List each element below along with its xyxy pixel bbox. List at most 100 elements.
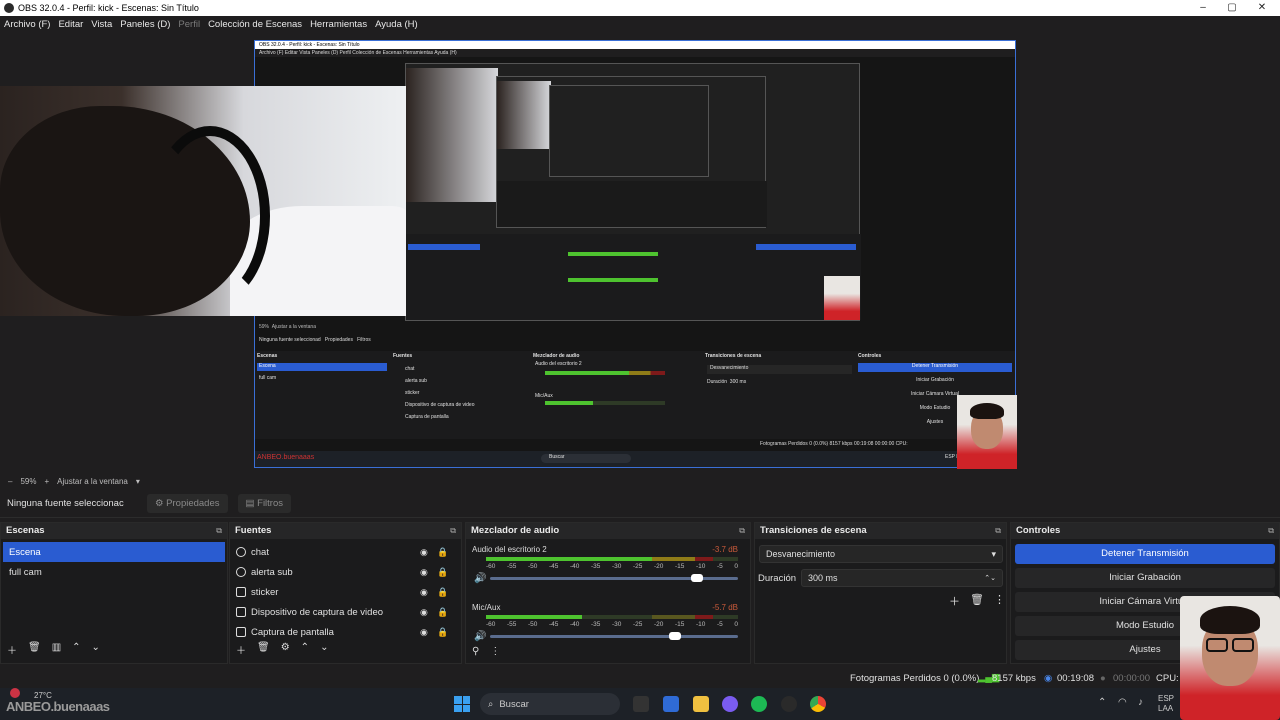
maximize-button[interactable]: ▢: [1218, 0, 1246, 16]
menu-perfil[interactable]: Perfil: [174, 19, 204, 30]
filters-button[interactable]: ▤ Filtros: [237, 494, 292, 513]
sources-dock-header: Fuentes ⧉: [230, 523, 461, 539]
windows-start-icon[interactable]: [454, 696, 470, 712]
menu-editar[interactable]: Editar: [54, 19, 87, 30]
lock-icon[interactable]: 🔒: [437, 547, 448, 558]
chevron-down-icon[interactable]: ⌄: [320, 642, 328, 657]
nested-menu-bar: Archivo (F) Editar Vista Paneles (D) Per…: [255, 49, 1015, 57]
facecam-overlay[interactable]: [1180, 596, 1280, 720]
undock-icon[interactable]: ⧉: [216, 523, 222, 539]
stop-streaming-button[interactable]: Detener Transmisión: [1015, 544, 1275, 564]
obs-taskbar-icon[interactable]: [781, 696, 797, 712]
chevron-up-icon[interactable]: ⌃: [301, 642, 309, 657]
add-icon[interactable]: ＋: [7, 642, 17, 657]
globe-icon: [236, 547, 246, 557]
speaker-icon[interactable]: 🔊: [474, 573, 486, 584]
store-icon[interactable]: [663, 696, 679, 712]
minimize-button[interactable]: –: [1189, 0, 1217, 16]
lock-icon[interactable]: 🔒: [437, 607, 448, 618]
language-indicator[interactable]: ESP LAA: [1158, 694, 1174, 714]
rec-time: 00:00:00: [1113, 673, 1150, 684]
search-icon: ⌕: [488, 698, 494, 710]
close-button[interactable]: ✕: [1248, 0, 1276, 16]
menu-ayuda[interactable]: Ayuda (H): [371, 19, 422, 30]
chrome-icon[interactable]: [810, 696, 826, 712]
menu-archivo[interactable]: Archivo (F): [0, 19, 54, 30]
volume-slider[interactable]: [490, 632, 738, 640]
filter-icon: ▤: [245, 498, 258, 509]
eye-icon[interactable]: ◉: [420, 607, 428, 618]
scene-item-escena[interactable]: Escena: [3, 542, 225, 562]
add-icon[interactable]: ＋: [236, 642, 246, 657]
wifi-icon[interactable]: ◠: [1118, 697, 1127, 708]
webcam-overlay[interactable]: [0, 86, 406, 316]
eye-icon[interactable]: ◉: [420, 587, 428, 598]
zoom-in-button[interactable]: +: [44, 477, 49, 486]
menu-vista[interactable]: Vista: [87, 19, 116, 30]
chevron-down-icon[interactable]: ⌄: [92, 642, 100, 657]
fit-window-select[interactable]: Ajustar a la ventana: [57, 477, 128, 486]
discord-icon[interactable]: [722, 696, 738, 712]
add-icon[interactable]: ＋: [949, 593, 960, 609]
transition-select[interactable]: Desvanecimiento ▾: [759, 545, 1003, 563]
obs-logo-icon: [4, 3, 14, 13]
transitions-dock: Transiciones de escena ⧉ Desvanecimiento …: [754, 522, 1007, 664]
scene-item-full-cam[interactable]: full cam: [3, 562, 225, 582]
stream-watermark: ANBEO.buenaaas: [6, 699, 110, 714]
more-icon[interactable]: ⋮: [994, 593, 1005, 609]
chevron-down-icon: ▾: [991, 548, 996, 559]
menu-bar: Archivo (F) Editar Vista Paneles (D) Per…: [0, 16, 1280, 32]
gear-icon[interactable]: ⚙: [281, 642, 290, 657]
windows-taskbar: 27°C ANBEO.buenaaas ⌕ Buscar ⌃ ◠ ♪ ESP LA…: [0, 688, 1280, 720]
filter-icon[interactable]: ▥: [52, 642, 61, 657]
speaker-icon[interactable]: 🔊: [474, 631, 486, 642]
chevron-down-icon[interactable]: ▾: [136, 477, 140, 486]
menu-coleccion-escenas[interactable]: Colección de Escenas: [204, 19, 306, 30]
taskbar-search[interactable]: ⌕ Buscar: [480, 693, 620, 715]
menu-paneles[interactable]: Paneles (D): [116, 19, 174, 30]
undock-icon[interactable]: ⧉: [450, 523, 456, 539]
stepper-icon[interactable]: ⌃⌄: [984, 574, 996, 582]
undock-icon[interactable]: ⧉: [1268, 523, 1274, 539]
transition-toolbar: ＋ 🗑 ⋮: [949, 593, 1005, 609]
trash-icon[interactable]: 🗑: [970, 593, 984, 609]
spotify-icon[interactable]: [751, 696, 767, 712]
duration-input[interactable]: 300 ms ⌃⌄: [801, 569, 1003, 587]
more-icon[interactable]: ⋮: [490, 646, 500, 657]
mixer-channel-desktop: Audio del escritorio 2 -3.7 dB -60 -55 -50…: [472, 545, 742, 595]
no-source-label: Ninguna fuente seleccionac: [7, 498, 124, 509]
nested-dock-row: Escenas Fuentes Mezclador de audio Trans…: [255, 351, 1015, 439]
undock-icon[interactable]: ⧉: [995, 523, 1001, 539]
start-recording-button[interactable]: Iniciar Grabación: [1015, 568, 1275, 588]
mixer-toolbar: ⚲ ⋮: [472, 646, 500, 657]
link-icon[interactable]: ⚲: [472, 646, 479, 657]
audio-mixer-dock: Mezclador de audio ⧉ Audio del escritorio…: [465, 522, 751, 664]
volume-slider[interactable]: [490, 574, 738, 582]
properties-button[interactable]: ⚙ Propiedades: [147, 494, 228, 513]
volume-icon[interactable]: ♪: [1138, 697, 1143, 708]
eye-icon[interactable]: ◉: [420, 567, 428, 578]
eye-icon[interactable]: ◉: [420, 547, 428, 558]
status-bar: Fotogramas Perdidos 0 (0.0%) ▂▄▆ 8157 kb…: [0, 668, 1280, 688]
bitrate: 8157 kbps: [992, 673, 1036, 684]
chevron-up-icon[interactable]: ⌃: [72, 642, 80, 657]
tray-chevron-icon[interactable]: ⌃: [1098, 697, 1106, 708]
channel-db: -3.7 dB: [712, 545, 738, 554]
undock-icon[interactable]: ⧉: [739, 523, 745, 539]
sources-dock: Fuentes ⧉ chat alerta sub sticker Disposi…: [229, 522, 462, 664]
nested-mixer-ch2: Mic/Aux: [535, 393, 553, 399]
nested-dock-title-controls: Controles: [858, 353, 882, 359]
lock-icon[interactable]: 🔒: [437, 587, 448, 598]
menu-herramientas[interactable]: Herramientas: [306, 19, 371, 30]
meter-ticks: -60 -55 -50 -45 -40 -35 -30 -25 -20 -15 -10 -5 0: [486, 621, 738, 628]
trash-icon[interactable]: 🗑: [28, 642, 41, 657]
nested-scene-escena: Escena: [257, 363, 387, 371]
task-view-icon[interactable]: [633, 696, 649, 712]
lock-icon[interactable]: 🔒: [437, 627, 448, 638]
lock-icon[interactable]: 🔒: [437, 567, 448, 578]
folder-icon[interactable]: [693, 696, 709, 712]
meter-ticks: -60 -55 -50 -45 -40 -35 -30 -25 -20 -15 -10 -5 0: [486, 563, 738, 570]
eye-icon[interactable]: ◉: [420, 627, 428, 638]
trash-icon[interactable]: 🗑: [257, 642, 270, 657]
zoom-out-button[interactable]: –: [8, 477, 12, 486]
